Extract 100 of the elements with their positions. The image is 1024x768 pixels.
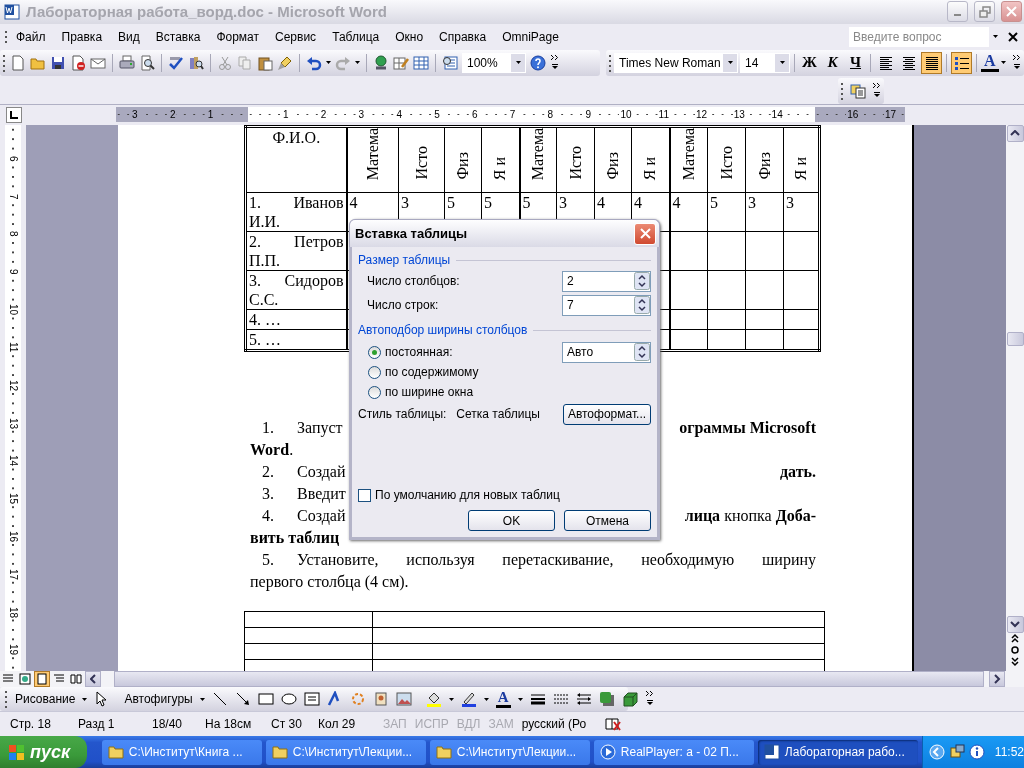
numbering-button[interactable] — [951, 51, 972, 74]
dropdown-arrow-icon[interactable] — [448, 697, 454, 701]
font-color-button[interactable]: A — [495, 690, 511, 709]
save-icon[interactable] — [50, 54, 66, 71]
font-color-button[interactable]: A — [981, 53, 999, 73]
taskbar-button[interactable]: C:\Институт\Лекции... — [265, 739, 426, 765]
menu-item[interactable]: Справка — [431, 27, 495, 46]
clipboard-icon[interactable] — [257, 54, 273, 71]
option-label[interactable]: по ширине окна — [385, 385, 474, 399]
spelling-status-icon[interactable] — [603, 716, 622, 733]
start-button[interactable]: пуск — [0, 736, 87, 768]
spin-arrows-icon[interactable] — [634, 296, 650, 314]
underline-button[interactable]: Ч — [845, 51, 866, 74]
spellcheck-icon[interactable] — [168, 54, 184, 71]
taskbar-button[interactable]: Лабораторная рабо... — [757, 739, 918, 765]
font-size-field[interactable]: 14 — [740, 52, 790, 73]
checkbox-label[interactable]: По умолчанию для новых таблиц — [375, 488, 560, 502]
close-icon[interactable] — [1008, 31, 1018, 42]
radio-button[interactable] — [368, 365, 381, 379]
pen-icon[interactable] — [460, 691, 477, 708]
checkbox[interactable] — [358, 488, 371, 502]
3d-box-icon[interactable] — [621, 691, 638, 708]
option-label[interactable]: постоянная: — [385, 345, 453, 359]
menu-item[interactable]: Вставка — [147, 27, 209, 46]
dropdown-arrow-icon[interactable] — [727, 61, 733, 65]
fill-bucket-icon[interactable] — [425, 691, 442, 708]
menu-item[interactable]: Файл — [8, 27, 54, 46]
dropdown-arrow-icon[interactable] — [1000, 61, 1006, 65]
help-icon[interactable] — [530, 54, 546, 71]
scroll-thumb[interactable] — [1006, 331, 1024, 346]
spin-arrows-icon[interactable] — [634, 343, 650, 361]
italic-button[interactable]: К — [822, 51, 843, 74]
permission-icon[interactable] — [70, 54, 86, 71]
dropdown-arrow-icon[interactable] — [517, 697, 523, 701]
print-preview-icon[interactable] — [139, 54, 155, 71]
text-box-icon[interactable] — [303, 691, 320, 708]
autoshapes-menu[interactable]: Автофигуры — [124, 692, 193, 707]
scroll-right-button[interactable] — [989, 671, 1005, 688]
dropdown-arrow-icon[interactable] — [993, 35, 998, 39]
font-field[interactable]: Times New Roman — [614, 52, 738, 73]
taskbar-button[interactable]: RealPlayer: a - 02 П... — [593, 739, 754, 765]
next-page-icon[interactable] — [1010, 655, 1020, 668]
zoom-field[interactable]: 100% — [462, 52, 526, 73]
printer-icon[interactable] — [119, 54, 135, 71]
oval-icon[interactable] — [280, 691, 297, 708]
toolbar-grip[interactable] — [4, 28, 8, 45]
picture-icon[interactable] — [395, 691, 412, 708]
table-icon[interactable] — [413, 54, 429, 71]
scroll-left-button[interactable] — [85, 671, 101, 688]
menu-item[interactable]: Таблица — [324, 27, 388, 46]
web-view-button[interactable] — [17, 671, 33, 688]
scroll-thumb[interactable] — [114, 671, 984, 688]
new-document-icon[interactable] — [10, 54, 26, 71]
diagram-icon[interactable] — [349, 691, 366, 708]
taskbar-button[interactable]: C:\Институт\Лекции... — [429, 739, 590, 765]
rectangle-icon[interactable] — [257, 691, 274, 708]
close-button[interactable] — [1001, 1, 1022, 23]
print-view-button[interactable] — [34, 671, 50, 688]
info-icon[interactable] — [968, 744, 985, 760]
question-field[interactable]: Введите вопрос — [849, 26, 989, 47]
spin-arrows-icon[interactable] — [634, 272, 650, 290]
dropdown-arrow-icon[interactable] — [199, 697, 205, 701]
menu-item[interactable]: Формат — [208, 27, 268, 46]
toolbar-grip[interactable] — [608, 52, 612, 73]
dropdown-arrow-icon[interactable] — [483, 697, 489, 701]
restore-button[interactable] — [974, 1, 995, 23]
radio-button[interactable] — [368, 345, 381, 359]
undo-icon[interactable] — [306, 54, 322, 71]
draw-menu[interactable]: Рисование — [15, 692, 76, 707]
line-style-icon[interactable] — [529, 691, 546, 708]
toolbar-grip[interactable] — [2, 52, 6, 73]
menu-item[interactable]: Сервис — [267, 27, 325, 46]
arrow-icon[interactable] — [234, 691, 251, 708]
dropdown-arrow-icon[interactable] — [779, 61, 785, 65]
globe-link-icon[interactable] — [373, 54, 389, 71]
menu-item[interactable]: Правка — [53, 27, 111, 46]
table-pencil-icon[interactable] — [393, 54, 409, 71]
menu-item[interactable]: Вид — [110, 27, 148, 46]
minimize-button[interactable] — [947, 1, 968, 23]
menu-item[interactable]: Окно — [387, 27, 432, 46]
menu-item[interactable]: OmniPage — [494, 27, 567, 46]
clip-art-icon[interactable] — [372, 691, 389, 708]
scroll-down-button[interactable] — [1006, 616, 1024, 634]
toolbar-grip[interactable] — [840, 80, 844, 101]
toolbar-grip[interactable] — [4, 689, 8, 710]
shadow-icon[interactable] — [598, 691, 615, 708]
dropdown-arrow-icon[interactable] — [82, 697, 88, 701]
number-field[interactable]: 2 — [562, 270, 651, 292]
network-icon[interactable] — [948, 744, 965, 760]
expand-tray-icon[interactable] — [928, 744, 945, 760]
number-field[interactable]: 7 — [562, 294, 651, 316]
dropdown-arrow-icon[interactable] — [355, 61, 360, 65]
dropdown-arrow-icon[interactable] — [326, 61, 331, 65]
brush-icon[interactable] — [277, 54, 293, 71]
dropdown-arrow-icon[interactable] — [515, 61, 521, 65]
cancel-button[interactable]: Отмена — [564, 510, 651, 531]
autoformat-button[interactable]: Автоформат... — [563, 403, 651, 425]
research-icon[interactable] — [188, 54, 204, 71]
task-pane-icon[interactable] — [850, 82, 866, 99]
ok-button[interactable]: OK — [468, 510, 555, 531]
